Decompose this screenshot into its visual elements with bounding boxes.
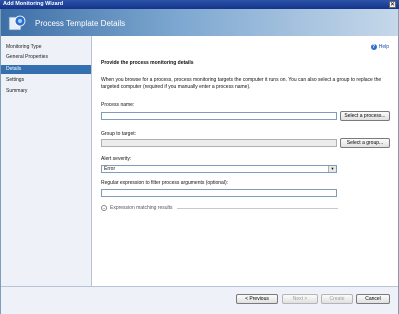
select-group-button[interactable]: Select a group... bbox=[340, 138, 390, 148]
chevron-down-icon: ⌄ bbox=[101, 205, 107, 211]
select-process-button[interactable]: Select a process... bbox=[340, 111, 390, 121]
wizard-icon bbox=[8, 15, 26, 31]
wizard-steps-sidebar: Monitoring Type General Properties Detai… bbox=[1, 36, 92, 286]
window-title: Add Monitoring Wizard bbox=[3, 1, 64, 7]
close-icon: ✕ bbox=[389, 1, 396, 8]
regex-label: Regular expression to filter process arg… bbox=[101, 180, 229, 186]
create-button[interactable]: Create bbox=[321, 294, 353, 304]
section-heading: Provide the process monitoring details bbox=[101, 60, 194, 66]
page-title: Process Template Details bbox=[35, 19, 126, 28]
alert-severity-value: Error bbox=[104, 166, 116, 172]
expression-results-expander[interactable]: ⌄ Expression matching results bbox=[101, 205, 173, 211]
wizard-header: Process Template Details bbox=[1, 9, 398, 36]
expander-label: Expression matching results bbox=[110, 205, 173, 211]
sidebar-item-summary[interactable]: Summary bbox=[1, 87, 91, 96]
next-button[interactable]: Next > bbox=[282, 294, 318, 304]
group-target-label: Group to target: bbox=[101, 131, 137, 137]
previous-button[interactable]: < Previous bbox=[236, 294, 278, 304]
process-name-input[interactable] bbox=[101, 112, 337, 120]
chevron-down-icon[interactable]: ▼ bbox=[328, 166, 336, 172]
process-name-label: Process name: bbox=[101, 102, 135, 108]
alert-severity-label: Alert severity: bbox=[101, 156, 132, 162]
details-panel: ? Help Provide the process monitoring de… bbox=[92, 36, 398, 286]
sidebar-item-monitoring-type[interactable]: Monitoring Type bbox=[1, 43, 91, 52]
wizard-footer: < Previous Next > Create Cancel bbox=[1, 286, 398, 314]
alert-severity-select[interactable]: Error ▼ bbox=[101, 165, 337, 173]
group-target-input bbox=[101, 139, 337, 147]
help-icon: ? bbox=[370, 44, 377, 50]
regex-input[interactable] bbox=[101, 189, 337, 197]
sidebar-item-details[interactable]: Details bbox=[1, 65, 91, 74]
cancel-button[interactable]: Cancel bbox=[356, 294, 390, 304]
close-button[interactable]: ✕ bbox=[389, 1, 396, 8]
wizard-window: Add Monitoring Wizard ✕ Process Template… bbox=[0, 0, 399, 314]
description-text: When you browse for a process, process m… bbox=[101, 77, 382, 90]
help-label: Help bbox=[378, 44, 389, 50]
sidebar-item-settings[interactable]: Settings bbox=[1, 76, 91, 85]
expander-divider bbox=[177, 208, 338, 209]
help-link[interactable]: ? Help bbox=[370, 44, 389, 50]
sidebar-item-general-properties[interactable]: General Properties bbox=[1, 53, 91, 62]
title-bar: Add Monitoring Wizard ✕ bbox=[0, 0, 399, 9]
